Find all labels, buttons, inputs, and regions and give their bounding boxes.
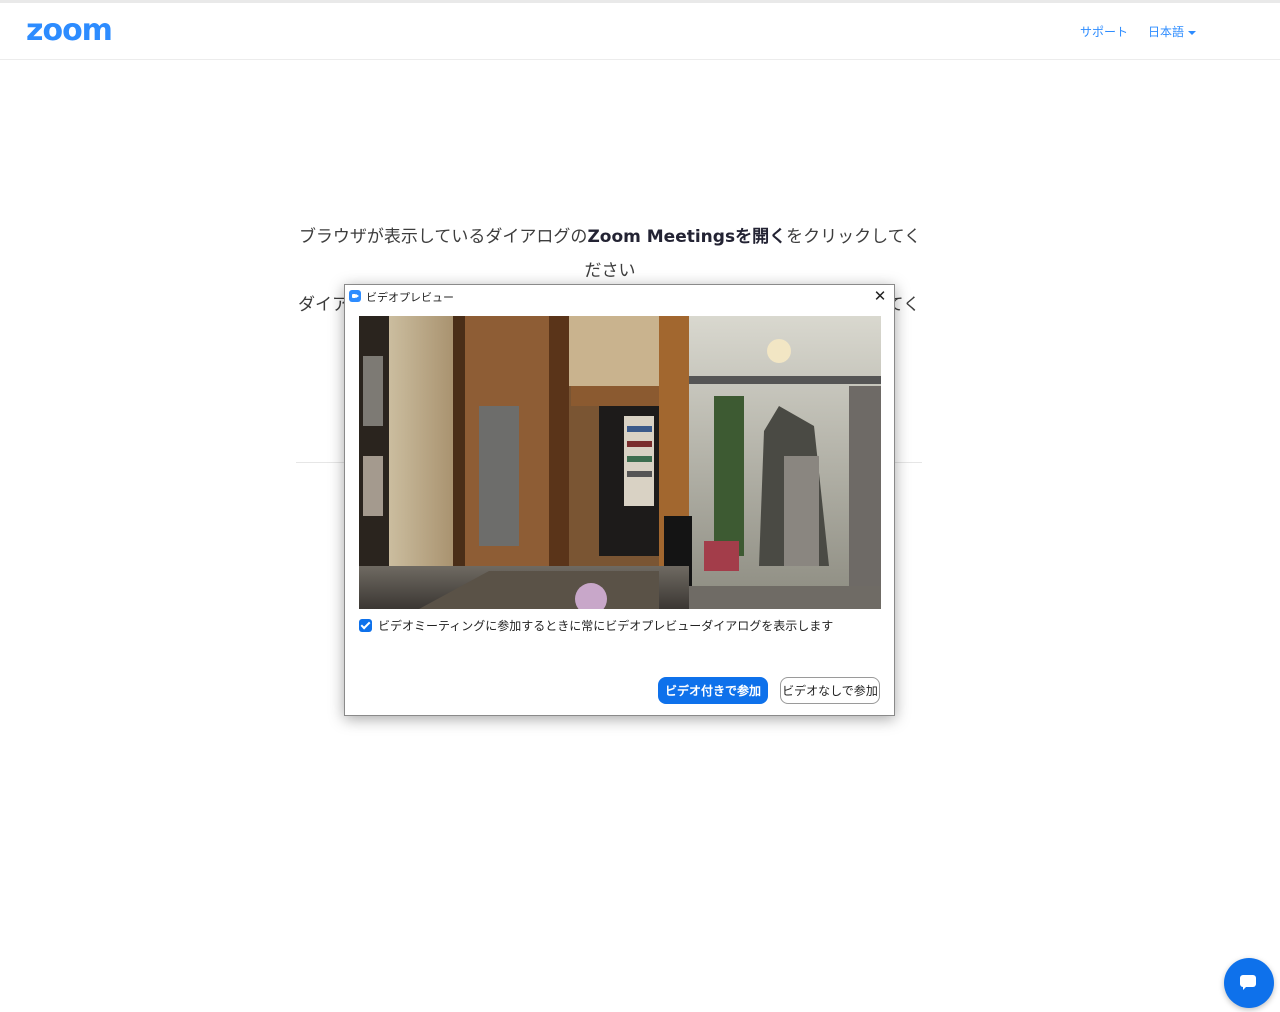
video-preview-dialog: ビデオプレビュー ✕ ビデオミーティングに参加するときに常にビデオプレビューダイ… xyxy=(344,284,895,716)
join-with-video-button[interactable]: ビデオ付きで参加 xyxy=(658,677,768,704)
chat-bubble-icon xyxy=(1240,975,1256,990)
join-without-video-button[interactable]: ビデオなしで参加 xyxy=(780,677,880,704)
support-link[interactable]: サポート xyxy=(1080,23,1128,40)
always-show-preview-option[interactable]: ビデオミーティングに参加するときに常にビデオプレビューダイアログを表示します xyxy=(359,616,833,634)
caret-down-icon xyxy=(1188,30,1196,35)
chat-button[interactable] xyxy=(1224,958,1274,1008)
dialog-title: ビデオプレビュー xyxy=(366,291,454,304)
site-header: zoom サポート 日本語 xyxy=(0,3,1280,60)
instructions-text-cont: ださい xyxy=(584,261,636,281)
zoom-logo[interactable]: zoom xyxy=(26,13,113,48)
instructions-text-pre: ブラウザが表示しているダイアログの xyxy=(298,227,588,247)
instructions-text-post: をクリックしてく xyxy=(786,227,922,247)
header-nav: サポート 日本語 xyxy=(1080,23,1196,40)
dialog-titlebar[interactable]: ビデオプレビュー ✕ xyxy=(345,285,894,307)
language-label: 日本語 xyxy=(1147,25,1184,39)
launch-instructions: ブラウザが表示しているダイアログのZoom Meetingsを開くをクリックして… xyxy=(290,220,930,288)
camera-preview xyxy=(359,316,881,609)
secondary-text-start: ダイア xyxy=(298,295,349,315)
close-icon[interactable]: ✕ xyxy=(870,286,890,306)
language-selector[interactable]: 日本語 xyxy=(1148,23,1196,40)
camera-preview-image xyxy=(359,316,881,609)
zoom-app-icon xyxy=(349,290,361,302)
open-zoom-meetings-text: Zoom Meetingsを開く xyxy=(587,227,787,247)
always-show-preview-label: ビデオミーティングに参加するときに常にビデオプレビューダイアログを表示します xyxy=(378,618,834,633)
always-show-preview-checkbox[interactable] xyxy=(359,618,372,632)
